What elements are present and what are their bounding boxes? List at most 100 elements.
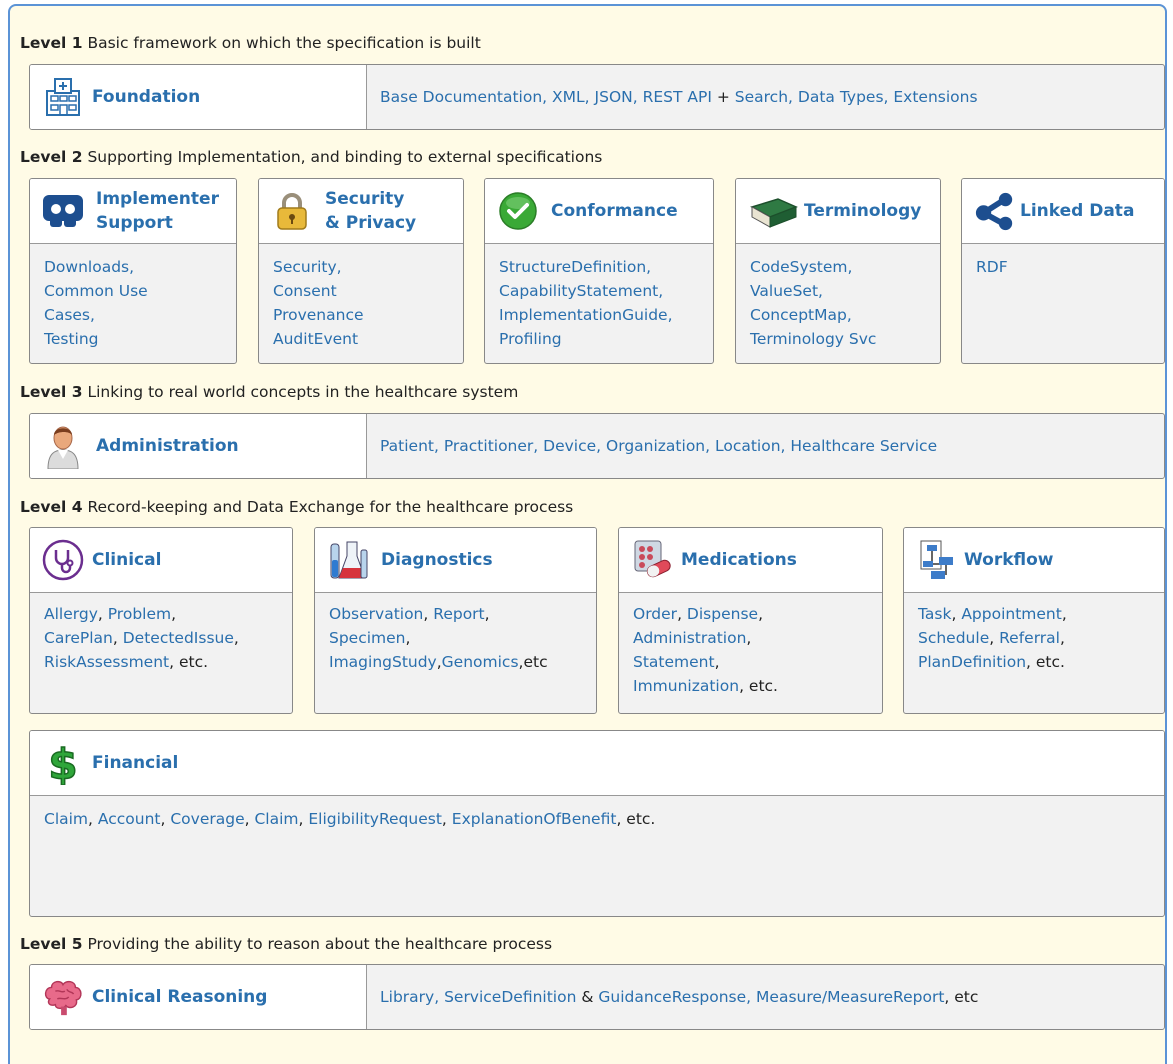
separator: , xyxy=(1061,605,1067,623)
separator: , xyxy=(632,88,643,106)
link-provenance[interactable]: Provenance xyxy=(273,303,455,327)
link-security[interactable]: Security, xyxy=(273,255,455,279)
administration-header[interactable]: Administration xyxy=(30,414,367,478)
link-library[interactable]: Library xyxy=(380,988,434,1006)
link-capabilitystatement[interactable]: CapabilityStatement, xyxy=(499,279,705,303)
link-device[interactable]: Device xyxy=(543,437,596,455)
implementer-support-header[interactable]: Implementer Support xyxy=(30,179,236,244)
terminology-header[interactable]: Terminology xyxy=(736,179,940,244)
link-rdf[interactable]: RDF xyxy=(976,255,1156,279)
link-plandefinition[interactable]: PlanDefinition xyxy=(918,653,1026,671)
link-statement[interactable]: Statement xyxy=(633,653,715,671)
link-consent[interactable]: Consent xyxy=(273,279,455,303)
link-location[interactable]: Location xyxy=(715,437,781,455)
link-allergy[interactable]: Allergy xyxy=(44,605,98,623)
administration-title[interactable]: Administration xyxy=(96,434,239,458)
link-claim[interactable]: Claim xyxy=(44,810,88,828)
financial-title[interactable]: Financial xyxy=(92,751,178,775)
diagnostics-title[interactable]: Diagnostics xyxy=(381,548,493,572)
link-eligibilityrequest[interactable]: EligibilityRequest xyxy=(308,810,442,828)
link-rest-api[interactable]: REST API xyxy=(643,88,712,106)
workflow-header[interactable]: Workflow xyxy=(904,528,1164,593)
link-downloads[interactable]: Downloads, xyxy=(44,255,228,279)
link-measurereport[interactable]: MeasureReport xyxy=(827,988,944,1006)
link-referral[interactable]: Referral xyxy=(999,629,1060,647)
link-task[interactable]: Task xyxy=(918,605,951,623)
administration-box: Administration Patient, Practitioner, De… xyxy=(29,413,1165,479)
link-testing[interactable]: Testing xyxy=(44,327,228,351)
link-careplan[interactable]: CarePlan xyxy=(44,629,113,647)
link-conceptmap[interactable]: ConceptMap, xyxy=(750,303,932,327)
link-codesystem[interactable]: CodeSystem, xyxy=(750,255,932,279)
conformance-box: Conformance StructureDefinition, Capabil… xyxy=(484,178,714,364)
link-explanationofbenefit[interactable]: ExplanationOfBenefit xyxy=(452,810,617,828)
security-privacy-title[interactable]: Security & Privacy xyxy=(325,187,416,235)
conformance-title[interactable]: Conformance xyxy=(551,199,678,223)
link-genomics[interactable]: Genomics xyxy=(442,653,519,671)
link-immunization[interactable]: Immunization xyxy=(633,677,739,695)
link-auditevent[interactable]: AuditEvent xyxy=(273,327,455,351)
level-3-heading: Level 3 Linking to real world concepts i… xyxy=(20,383,519,401)
book-icon xyxy=(748,190,798,232)
link-riskassessment[interactable]: RiskAssessment xyxy=(44,653,169,671)
link-dispense[interactable]: Dispense xyxy=(687,605,758,623)
link-guidanceresponse[interactable]: GuidanceResponse xyxy=(598,988,746,1006)
link-common-use[interactable]: Common Use xyxy=(44,279,228,303)
link-specimen[interactable]: Specimen xyxy=(329,629,406,647)
link-administration[interactable]: Administration xyxy=(633,629,746,647)
link-cases[interactable]: Cases, xyxy=(44,303,228,327)
link-json[interactable]: JSON xyxy=(595,88,633,106)
implementer-support-title[interactable]: Implementer Support xyxy=(96,187,219,235)
link-measure[interactable]: Measure xyxy=(756,988,822,1006)
link-terminology-svc[interactable]: Terminology Svc xyxy=(750,327,932,351)
clinical-title[interactable]: Clinical xyxy=(92,548,161,572)
link-account[interactable]: Account xyxy=(98,810,161,828)
link-implementationguide[interactable]: ImplementationGuide, xyxy=(499,303,705,327)
link-organization[interactable]: Organization xyxy=(606,437,705,455)
link-schedule[interactable]: Schedule xyxy=(918,629,989,647)
link-servicedefinition[interactable]: ServiceDefinition xyxy=(444,988,576,1006)
diagnostics-links: Observation, Report, Specimen, ImagingSt… xyxy=(329,602,588,674)
link-base-documentation[interactable]: Base Documentation xyxy=(380,88,542,106)
link-data-types[interactable]: Data Types xyxy=(798,88,884,106)
clinical-reasoning-header[interactable]: Clinical Reasoning xyxy=(30,965,367,1029)
link-xml[interactable]: XML xyxy=(552,88,585,106)
link-extensions[interactable]: Extensions xyxy=(893,88,977,106)
security-privacy-links: Security, Consent Provenance AuditEvent xyxy=(273,255,455,351)
conformance-header[interactable]: Conformance xyxy=(485,179,713,244)
link-report[interactable]: Report xyxy=(433,605,484,623)
link-appointment[interactable]: Appointment xyxy=(961,605,1062,623)
link-imagingstudy[interactable]: ImagingStudy xyxy=(329,653,437,671)
link-practitioner[interactable]: Practitioner xyxy=(444,437,533,455)
link-search[interactable]: Search xyxy=(735,88,788,106)
clinical-reasoning-title[interactable]: Clinical Reasoning xyxy=(92,985,267,1009)
medications-header[interactable]: Medications xyxy=(619,528,882,593)
clinical-box: Clinical Allergy, Problem, CarePlan, Det… xyxy=(29,527,293,714)
terminology-title[interactable]: Terminology xyxy=(804,199,921,223)
diagram-frame: Level 1 Basic framework on which the spe… xyxy=(8,4,1167,1064)
diagnostics-header[interactable]: Diagnostics xyxy=(315,528,596,593)
linked-data-header[interactable]: Linked Data xyxy=(962,179,1164,244)
link-problem[interactable]: Problem xyxy=(108,605,171,623)
separator: , xyxy=(596,437,607,455)
level-2-heading: Level 2 Supporting Implementation, and b… xyxy=(20,148,603,166)
conformance-links: StructureDefinition, CapabilityStatement… xyxy=(499,255,705,351)
medications-title[interactable]: Medications xyxy=(681,548,797,572)
foundation-header[interactable]: Foundation xyxy=(30,65,367,129)
link-order[interactable]: Order xyxy=(633,605,677,623)
link-healthcare-service[interactable]: Healthcare Service xyxy=(790,437,937,455)
clinical-header[interactable]: Clinical xyxy=(30,528,292,593)
link-detectedissue[interactable]: DetectedIssue xyxy=(123,629,234,647)
foundation-title[interactable]: Foundation xyxy=(92,85,200,109)
link-structuredefinition[interactable]: StructureDefinition, xyxy=(499,255,705,279)
link-profiling[interactable]: Profiling xyxy=(499,327,705,351)
link-valueset[interactable]: ValueSet, xyxy=(750,279,932,303)
financial-header[interactable]: $ Financial xyxy=(30,731,1164,796)
security-privacy-header[interactable]: Security & Privacy xyxy=(259,179,463,244)
link-coverage[interactable]: Coverage xyxy=(170,810,244,828)
linked-data-title[interactable]: Linked Data xyxy=(1020,199,1134,223)
workflow-title[interactable]: Workflow xyxy=(964,548,1054,572)
link-patient[interactable]: Patient xyxy=(380,437,434,455)
link-observation[interactable]: Observation xyxy=(329,605,423,623)
link-claim-2[interactable]: Claim xyxy=(254,810,298,828)
